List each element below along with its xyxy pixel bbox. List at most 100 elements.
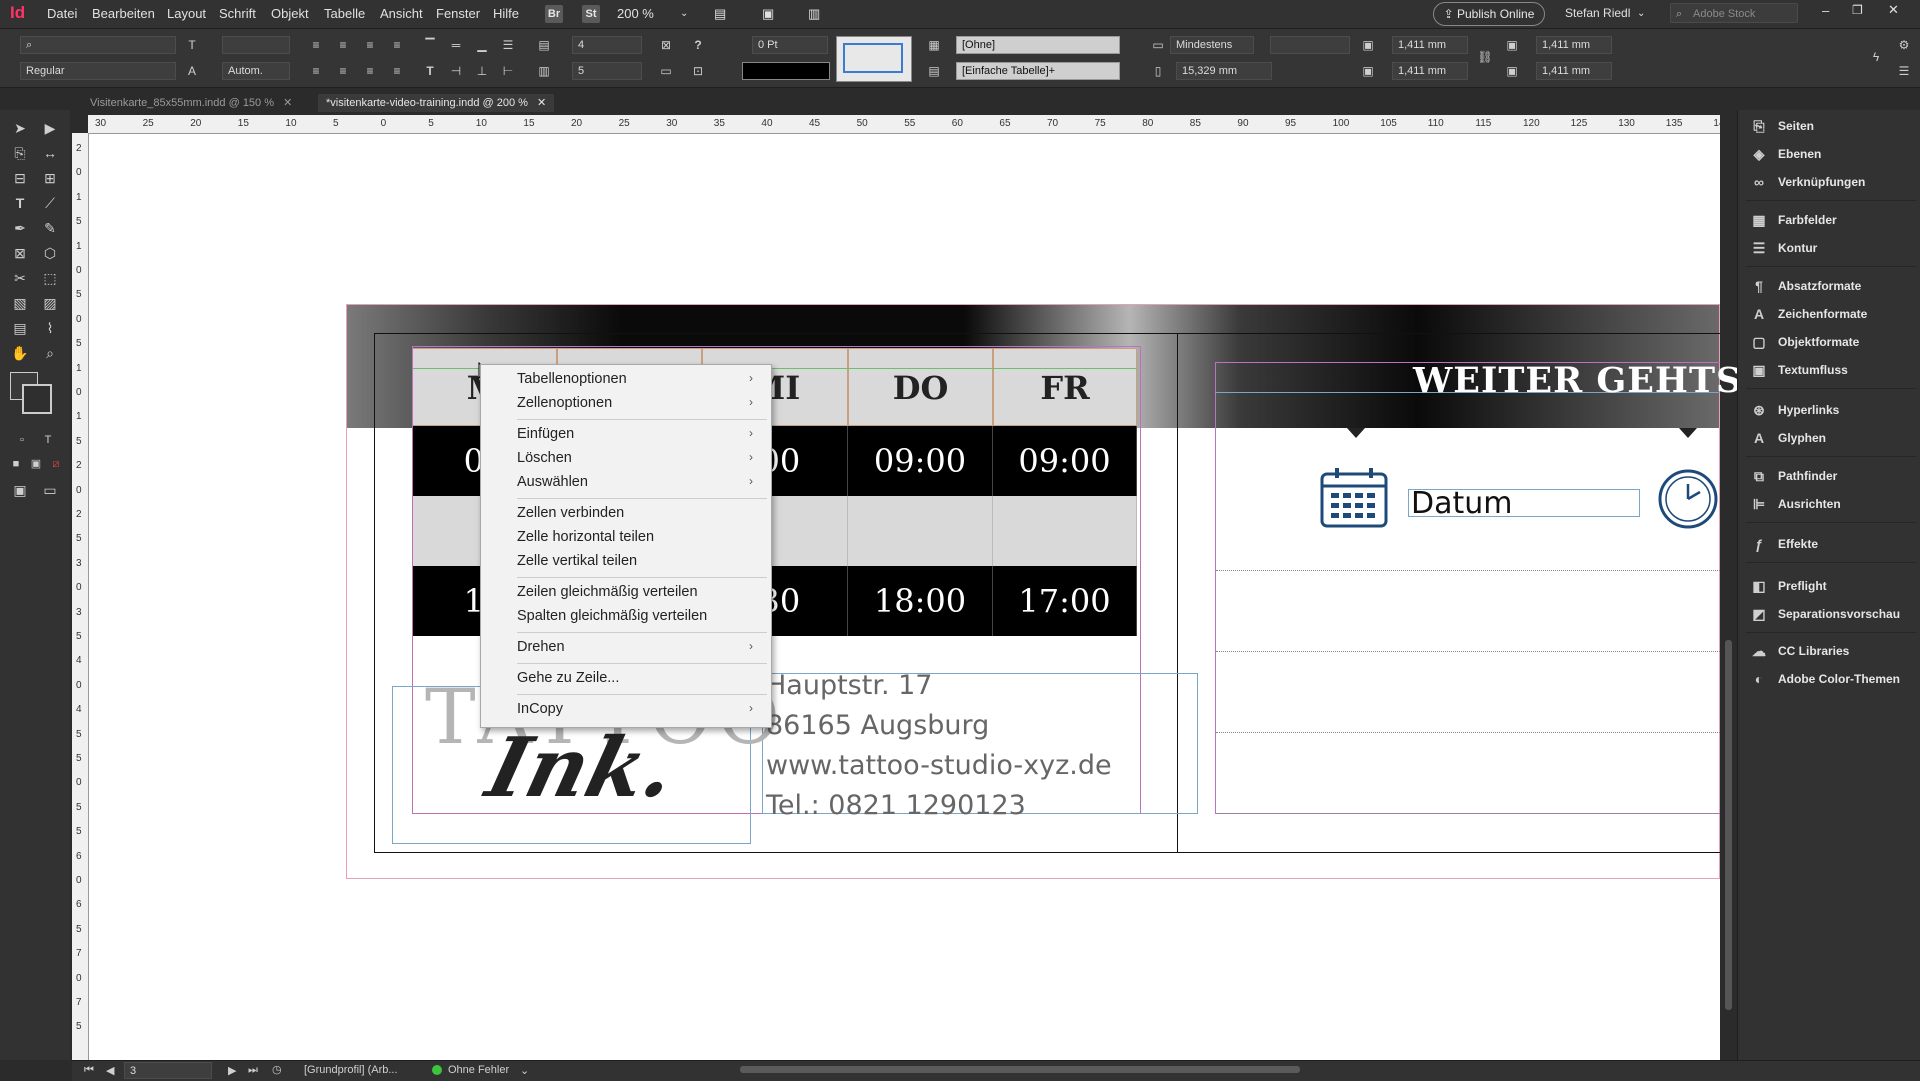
- apply-gradient-icon[interactable]: ▣: [26, 454, 46, 474]
- panel-pathfinder[interactable]: ⧉ Pathfinder: [1750, 465, 1837, 487]
- gear-icon[interactable]: ⚙: [1896, 37, 1912, 53]
- menu-datei[interactable]: Datei: [47, 6, 77, 21]
- justify-center-icon[interactable]: ≡: [335, 63, 351, 79]
- menu-item-incopy[interactable]: InCopy ›: [517, 701, 763, 717]
- note-tool-icon[interactable]: ▤: [10, 318, 30, 338]
- menu-item-zelle-horizontal-teilen[interactable]: Zelle horizontal teilen: [517, 529, 654, 545]
- font-size-field[interactable]: [222, 36, 290, 54]
- scissors-tool-icon[interactable]: ✂: [10, 268, 30, 288]
- split-cell-icon[interactable]: ⊡: [690, 63, 706, 79]
- table-style-field[interactable]: [Einfache Tabelle]+: [956, 62, 1120, 80]
- stock-button[interactable]: St: [582, 5, 600, 23]
- tab-visitenkarte-85x55[interactable]: Visitenkarte_85x55mm.indd @ 150 % ✕: [82, 94, 300, 112]
- datum-field[interactable]: Datum: [1408, 489, 1640, 519]
- rectangle-frame-tool-icon[interactable]: ⊠: [10, 243, 30, 263]
- panel-adobe-color-themen[interactable]: ◐ Adobe Color-Themen: [1750, 668, 1900, 690]
- line-tool-icon[interactable]: ⟋: [40, 193, 60, 213]
- rotate-text-90-icon[interactable]: ⊣: [448, 63, 464, 79]
- address-line[interactable]: Hauptstr. 17: [766, 670, 932, 701]
- menu-item-drehen[interactable]: Drehen ›: [517, 639, 763, 655]
- horizontal-ruler[interactable]: 30 25 20 15 10 5 0 5 10 15 20 25 30 35 40 45 50 55 60 65 70 7…: [88, 115, 1730, 134]
- horizontal-scrollbar[interactable]: [740, 1066, 1300, 1073]
- publish-online-button[interactable]: ⇪ Publish Online: [1433, 2, 1545, 26]
- tab-close-icon[interactable]: ✕: [537, 97, 546, 109]
- type-tool-icon[interactable]: T: [10, 193, 30, 213]
- tab-close-icon[interactable]: ✕: [283, 97, 292, 109]
- direct-selection-tool-icon[interactable]: ▶: [40, 118, 60, 138]
- content-collector-icon[interactable]: ⊟: [10, 168, 30, 188]
- menu-layout[interactable]: Layout: [167, 6, 206, 21]
- previous-page-icon[interactable]: ◀: [106, 1064, 114, 1077]
- panel-menu-icon[interactable]: ☰: [1896, 63, 1912, 79]
- unmerge-cells-icon[interactable]: ▭: [658, 63, 674, 79]
- page-tool-icon[interactable]: ⎘: [10, 143, 30, 163]
- align-middle-icon[interactable]: ═: [448, 37, 464, 53]
- align-top-icon[interactable]: ▔: [422, 37, 438, 53]
- panel-seiten[interactable]: ⎘ Seiten: [1750, 115, 1814, 137]
- menu-hilfe[interactable]: Hilfe: [493, 6, 519, 21]
- panel-objektformate[interactable]: ▢ Objektformate: [1750, 331, 1859, 353]
- column-width-field[interactable]: 15,329 mm: [1176, 62, 1272, 80]
- stroke-swatch[interactable]: [22, 384, 52, 414]
- zoom-tool-icon[interactable]: ⌕: [40, 343, 60, 363]
- weiter-gehts-heading[interactable]: WEITER GEHTS A: [1413, 360, 1784, 401]
- panel-preflight[interactable]: ◧ Preflight: [1750, 575, 1826, 597]
- align-towards-spine-icon[interactable]: ≡: [308, 63, 324, 79]
- user-dropdown-icon[interactable]: ⌄: [1637, 8, 1645, 19]
- panel-farbfelder[interactable]: ▦ Farbfelder: [1750, 209, 1836, 231]
- screen-mode-icon[interactable]: ▤: [714, 6, 726, 22]
- apply-none-icon[interactable]: ⧄: [46, 454, 66, 474]
- rotate-text-270-icon[interactable]: ⊢: [500, 63, 516, 79]
- panel-hyperlinks[interactable]: ⊛ Hyperlinks: [1750, 399, 1839, 421]
- free-transform-tool-icon[interactable]: ⬚: [40, 268, 60, 288]
- first-page-icon[interactable]: ⏮: [84, 1064, 94, 1077]
- rotate-text-180-icon[interactable]: ⊥: [474, 63, 490, 79]
- last-page-icon[interactable]: ⏭: [248, 1064, 258, 1077]
- menu-item-zelle-vertikal-teilen[interactable]: Zelle vertikal teilen: [517, 553, 637, 569]
- align-bottom-icon[interactable]: ▁: [474, 37, 490, 53]
- apply-color-icon[interactable]: ■: [6, 454, 26, 474]
- panel-glyphen[interactable]: A Glyphen: [1750, 427, 1826, 449]
- font-family-field[interactable]: ⌕: [20, 36, 176, 54]
- leading-field[interactable]: Autom.: [222, 62, 290, 80]
- menu-item-zellen-verbinden[interactable]: Zellen verbinden: [517, 505, 624, 521]
- tab-visitenkarte-video-training[interactable]: *visitenkarte-video-training.indd @ 200 …: [318, 94, 555, 112]
- content-placer-icon[interactable]: ⊞: [40, 168, 60, 188]
- panel-verknuepfungen[interactable]: ∞ Verknüpfungen: [1750, 171, 1865, 193]
- logo-ink-text[interactable]: Ink.: [478, 720, 685, 816]
- formatting-container-icon[interactable]: ▫: [12, 430, 32, 450]
- view-options-icon[interactable]: ▣: [762, 6, 774, 22]
- bridge-button[interactable]: Br: [545, 5, 563, 23]
- maximize-icon[interactable]: ❐: [1852, 3, 1863, 17]
- preflight-profile[interactable]: [Grundprofil] (Arb...: [304, 1064, 398, 1076]
- inset-right-field[interactable]: 1,411 mm: [1536, 62, 1612, 80]
- panel-ausrichten[interactable]: ⊫ Ausrichten: [1750, 493, 1841, 515]
- close-icon[interactable]: ✕: [1888, 2, 1899, 18]
- arrange-documents-icon[interactable]: ▥: [808, 6, 820, 22]
- gradient-feather-tool-icon[interactable]: ▨: [40, 293, 60, 313]
- pen-tool-icon[interactable]: ✒: [10, 218, 30, 238]
- justify-vertical-icon[interactable]: ☰: [500, 37, 516, 53]
- stroke-type-field[interactable]: [742, 62, 830, 80]
- cell-stroke-proxy[interactable]: [836, 36, 912, 82]
- adobe-stock-search[interactable]: ⌕ Adobe Stock: [1670, 3, 1798, 23]
- menu-tabelle[interactable]: Tabelle: [324, 6, 365, 21]
- row-height-mode-field[interactable]: Mindestens: [1170, 36, 1254, 54]
- pencil-tool-icon[interactable]: ✎: [40, 218, 60, 238]
- panel-textumfluss[interactable]: ▣ Textumfluss: [1750, 359, 1847, 381]
- justify-all-icon[interactable]: ≡: [389, 63, 405, 79]
- inset-top-field[interactable]: 1,411 mm: [1392, 36, 1468, 54]
- formatting-text-icon[interactable]: T: [38, 430, 58, 450]
- align-left-icon[interactable]: ≡: [308, 37, 324, 53]
- page-number-field[interactable]: 3: [124, 1062, 212, 1079]
- screen-mode-normal-icon[interactable]: ▣: [10, 480, 30, 500]
- link-insets-icon[interactable]: ⛓: [1477, 49, 1493, 65]
- gap-tool-icon[interactable]: ↔: [40, 143, 60, 163]
- user-name[interactable]: Stefan Riedl: [1565, 6, 1630, 20]
- menu-item-loeschen[interactable]: Löschen ›: [517, 450, 763, 466]
- vertical-ruler[interactable]: 2015105051015202530354045505560657075: [72, 133, 89, 1060]
- merge-cells-icon[interactable]: ⊠: [658, 37, 674, 53]
- next-page-icon[interactable]: ▶: [228, 1064, 236, 1077]
- menu-schrift[interactable]: Schrift: [219, 6, 256, 21]
- text-frame-icon[interactable]: T: [422, 63, 438, 79]
